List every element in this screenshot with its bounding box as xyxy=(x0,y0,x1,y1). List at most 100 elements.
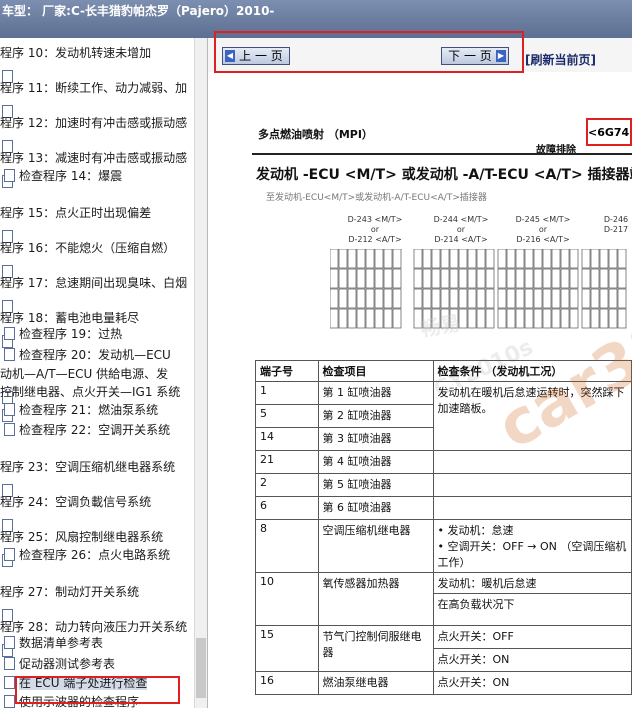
connector-pin xyxy=(497,308,507,329)
table-row: 15 节气门控制伺服继电器 点火开关：OFF xyxy=(255,625,632,672)
sidebar-item[interactable]: 动机—A/T—ECU 供給电源、发 xyxy=(0,366,168,383)
connector-pin xyxy=(590,268,600,289)
connector-pin-diagram xyxy=(330,249,627,329)
table-row: 6第 6 缸喷油器 xyxy=(255,496,632,520)
connector-pin xyxy=(524,249,534,269)
sidebar-item[interactable]: 程序 18：蓄电池电量耗尽 xyxy=(0,310,139,327)
connector-pin xyxy=(608,249,618,269)
sidebar-item-label: 程序 28：动力转向液压力开关系统 xyxy=(0,620,188,634)
sidebar-item-label: 程序 11：断续工作、动力减弱、加 xyxy=(0,81,188,95)
connector-pin xyxy=(356,288,366,309)
sidebar-item-label: 检查程序 26：点火电路系统 xyxy=(19,548,171,562)
sidebar-item[interactable]: 控制继电器、点火开关—IG1 系统 xyxy=(0,384,180,401)
connector-pin xyxy=(440,249,450,269)
connector-pin xyxy=(590,288,600,309)
connector-pin xyxy=(347,249,357,269)
sidebar-item-label: 控制继电器、点火开关—IG1 系统 xyxy=(0,385,181,399)
connector-pin xyxy=(440,308,450,329)
connector-pin xyxy=(476,288,486,309)
sidebar-item[interactable]: 程序 11：断续工作、动力减弱、加 xyxy=(0,80,187,97)
connector-pin xyxy=(560,308,570,329)
sidebar-item-label: 程序 12：加速时有冲击感或振动感 xyxy=(0,116,188,130)
connector-pin xyxy=(617,308,627,329)
sidebar-item[interactable]: 程序 27：制动灯开关系统 xyxy=(0,584,139,601)
connector-pin xyxy=(581,268,591,289)
connector-pin xyxy=(617,288,627,309)
connector-pin xyxy=(560,288,570,309)
sidebar-tree[interactable]: 程序 10：发动机转速未增加程序 11：断续工作、动力减弱、加 程序 12：加速时… xyxy=(0,38,208,708)
table-row: 21 第 4 缸喷油器 xyxy=(255,450,632,474)
sidebar-item[interactable]: 检查程序 20：发动机—ECU xyxy=(4,347,171,364)
connector-pin xyxy=(413,308,423,329)
sidebar-item[interactable]: 促动器测试参考表 xyxy=(4,656,115,673)
sidebar-item[interactable]: 程序 17：怠速期间出现臭味、白烟 xyxy=(0,275,187,292)
sidebar-item[interactable]: 检查程序 14：爆震 xyxy=(4,168,122,185)
connector-pin xyxy=(551,268,561,289)
sidebar-item[interactable]: 程序 13：减速时有冲击感或振动感 xyxy=(0,150,187,167)
document-icon xyxy=(4,676,15,689)
connector-pin xyxy=(515,288,525,309)
document-icon xyxy=(4,657,15,670)
connector-pin xyxy=(330,308,339,329)
connector-pin xyxy=(485,268,495,289)
connector-pin xyxy=(515,268,525,289)
sidebar-item[interactable]: 检查程序 21：燃油泵系统 xyxy=(4,402,158,419)
connector-label: D-244 <M/T> or D-214 <A/T> xyxy=(433,215,489,244)
document-icon xyxy=(4,348,15,361)
sidebar-item-label: 程序 16：不能熄火（压缩自燃） xyxy=(0,241,176,255)
sidebar-scrollbar[interactable] xyxy=(194,38,207,708)
refresh-page-link[interactable]: [刷新当前页] xyxy=(525,51,596,68)
connector-pin xyxy=(383,288,393,309)
sidebar-item-label: 检查程序 19：过热 xyxy=(19,327,123,341)
connector-pin xyxy=(560,249,570,269)
sidebar-item[interactable]: 程序 23：空调压缩机继电器系统 xyxy=(0,459,175,476)
connector-pin xyxy=(449,268,459,289)
sidebar-item-label: 程序 23：空调压缩机继电器系统 xyxy=(0,460,176,474)
connector-pin xyxy=(392,268,402,289)
table-row: 8 空调压缩机继电器 • 发动机：怠速 • 空调开关：OFF → ON （空调压缩机… xyxy=(255,519,632,573)
connector-pin xyxy=(431,249,441,269)
connector-pin xyxy=(347,288,357,309)
sidebar-item-label: 程序 25：风扇控制继电器系统 xyxy=(0,530,164,544)
sidebar-item[interactable]: 检查程序 22：空调开关系统 xyxy=(4,422,170,439)
sidebar-item-label: 检查程序 22：空调开关系统 xyxy=(19,423,171,437)
connector-label: D-245 <M/T> or D-216 <A/T> xyxy=(515,215,571,244)
sidebar-item-label: 促动器测试参考表 xyxy=(19,657,116,671)
connector-pin xyxy=(413,268,423,289)
sidebar-item[interactable]: 程序 15：点火正时出现偏差 xyxy=(0,205,151,222)
connector-pin xyxy=(422,268,432,289)
doc-subtitle: 至发动机-ECU<M/T>或发动机-A/T-ECU<A/T>插接器 xyxy=(266,193,487,203)
connector-pin xyxy=(365,249,375,269)
connector-pin xyxy=(449,308,459,329)
connector-pin xyxy=(533,288,543,309)
connector-pin xyxy=(431,268,441,289)
connector-pin xyxy=(467,249,477,269)
connector-pin xyxy=(476,308,486,329)
sidebar-item[interactable]: 数据清单参考表 xyxy=(4,635,103,652)
connector-pin xyxy=(330,288,339,309)
document-icon xyxy=(4,548,15,561)
connector-pin xyxy=(365,268,375,289)
sidebar-item[interactable]: 程序 25：风扇控制继电器系统 xyxy=(0,529,163,546)
connector-pin xyxy=(542,249,552,269)
sidebar-scrollbar-thumb[interactable] xyxy=(196,638,206,698)
connector-pin xyxy=(569,288,579,309)
sidebar-item[interactable]: 检查程序 26：点火电路系统 xyxy=(4,547,170,564)
sidebar-item[interactable]: 程序 24：空调负載信号系统 xyxy=(0,494,151,511)
sidebar-item[interactable]: 检查程序 19：过热 xyxy=(4,326,122,343)
connector-pin xyxy=(383,249,393,269)
sidebar-item[interactable]: 程序 28：动力转向液压力开关系统 xyxy=(0,619,187,636)
connector-pin xyxy=(608,288,618,309)
connector-pin xyxy=(338,268,348,289)
sidebar-item[interactable]: 程序 16：不能熄火（压缩自燃） xyxy=(0,240,175,257)
terminal-table: 端子号 检查项目 检查条件 （发动机工况） 1第 1 缸喷油器 发动机在暖机后怠… xyxy=(255,360,632,695)
sidebar-item[interactable]: 程序 12：加速时有冲击感或振动感 xyxy=(0,115,187,132)
document-icon xyxy=(4,169,15,182)
connector-pin xyxy=(485,288,495,309)
connector-pin xyxy=(458,288,468,309)
connector-pin xyxy=(506,308,516,329)
connector-pin xyxy=(422,249,432,269)
connector-pin xyxy=(569,249,579,269)
connector-pin xyxy=(374,288,384,309)
sidebar-item[interactable]: 程序 10：发动机转速未增加 xyxy=(0,45,151,62)
